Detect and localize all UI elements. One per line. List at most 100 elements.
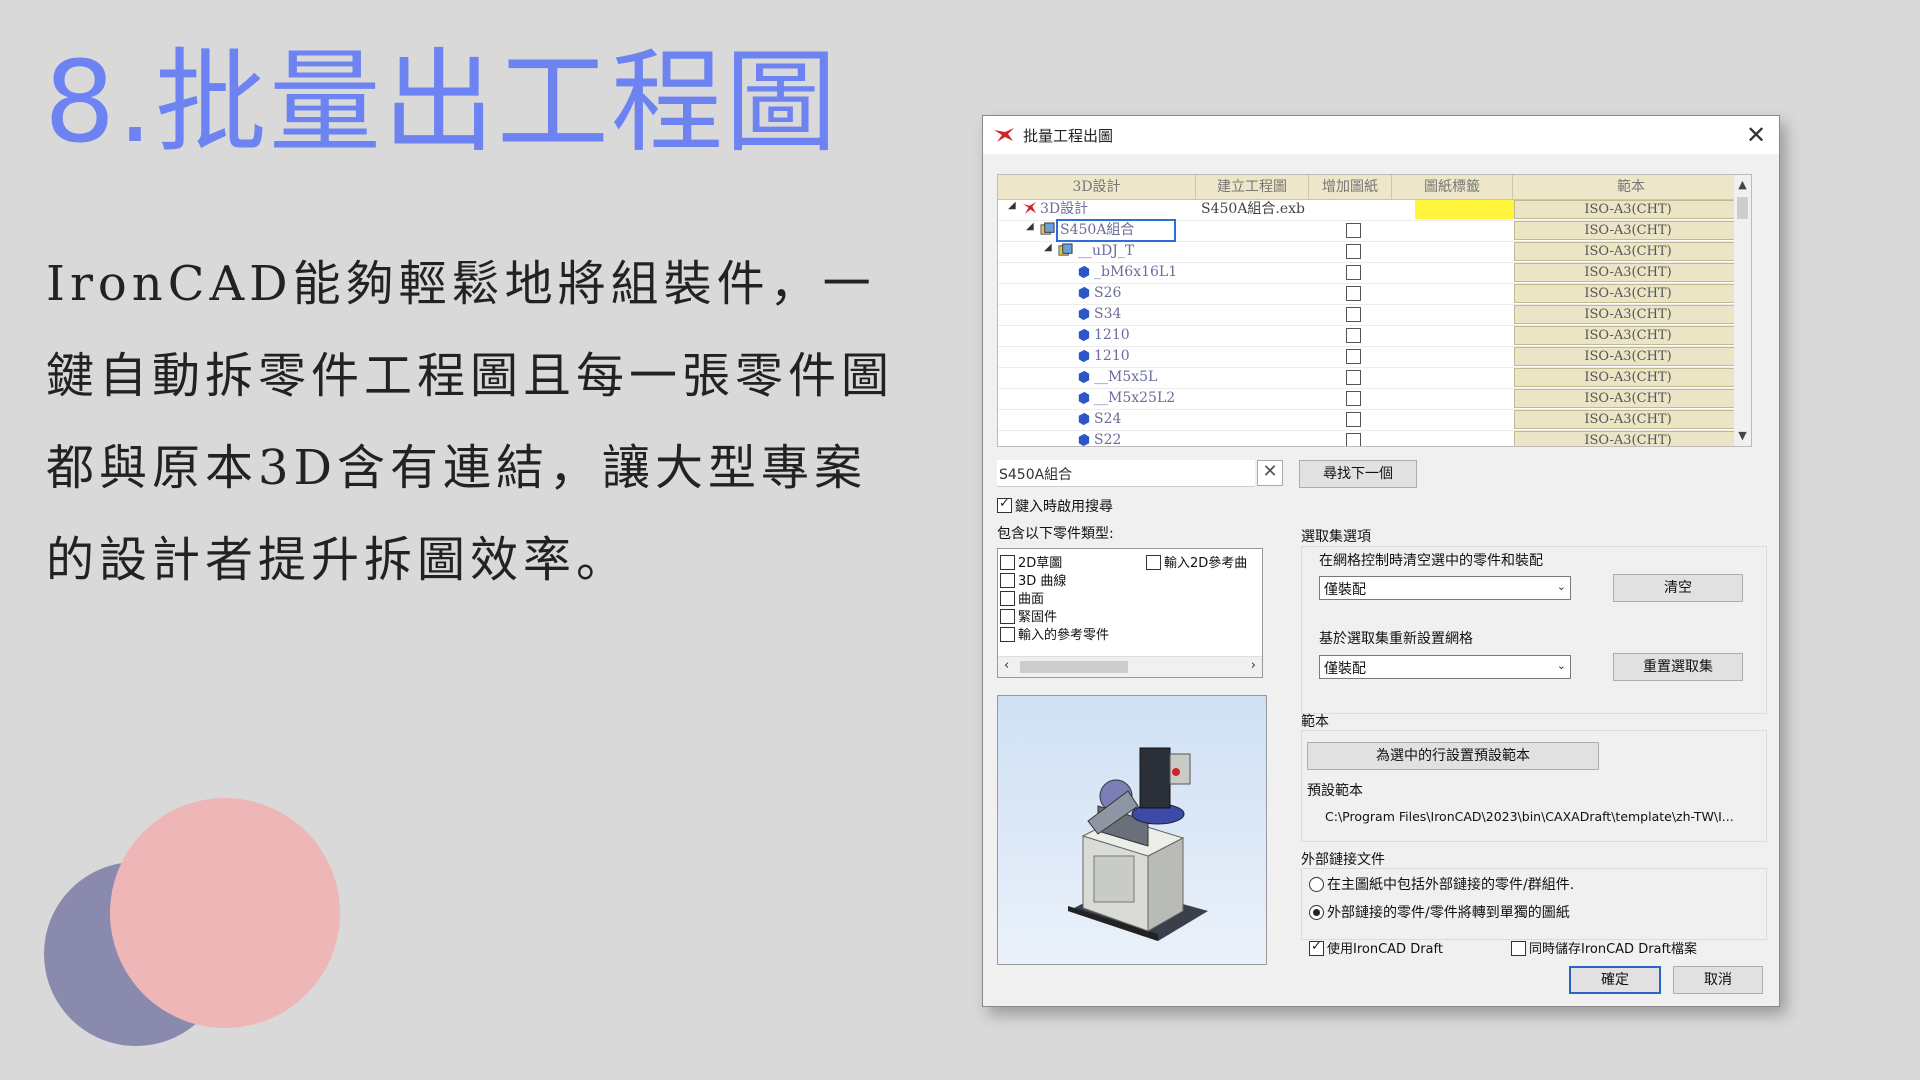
row-name: S24 [1094, 411, 1122, 427]
table-row[interactable]: ◢ __uDJ_T ISO-A3(CHT) [998, 241, 1744, 263]
enable-search-label: 鍵入時啟用搜尋 [1015, 499, 1113, 515]
template-cell[interactable]: ISO-A3(CHT) [1514, 242, 1742, 261]
table-row[interactable]: S24 ISO-A3(CHT) [998, 409, 1744, 431]
reset-scope-value: 僅裝配 [1324, 661, 1366, 677]
table-row[interactable]: __M5x25L2 ISO-A3(CHT) [998, 388, 1744, 410]
dialog-titlebar: 批量工程出圖 ✕ [983, 116, 1779, 154]
part-type-label: 2D草圖 [1018, 556, 1063, 571]
column-header-sheet-label[interactable]: 圖紙標籤 [1392, 175, 1513, 199]
clear-search-icon[interactable]: ✕ [1257, 460, 1283, 486]
add-sheet-checkbox[interactable] [1346, 223, 1361, 238]
close-icon[interactable]: ✕ [1741, 120, 1771, 150]
include-external-label: 在主圖紙中包括外部鏈接的零件/群組件. [1327, 877, 1575, 893]
part-type-label: 3D 曲線 [1018, 574, 1067, 589]
template-cell[interactable]: ISO-A3(CHT) [1514, 368, 1742, 387]
template-cell[interactable]: ISO-A3(CHT) [1514, 200, 1742, 219]
part-type-checkbox[interactable] [1000, 591, 1015, 606]
part-types-list[interactable]: 2D草圖 3D 曲線 曲面 緊固件 輸入的參考零件 輸入2D參考曲 ‹ › [997, 548, 1263, 678]
template-cell[interactable]: ISO-A3(CHT) [1514, 221, 1742, 240]
table-row[interactable]: 1210 ISO-A3(CHT) [998, 346, 1744, 368]
table-row[interactable]: S26 ISO-A3(CHT) [998, 283, 1744, 305]
input-2d-ref-label: 輸入2D參考曲 [1164, 556, 1248, 571]
table-row[interactable]: __M5x5L ISO-A3(CHT) [998, 367, 1744, 389]
scrollbar-thumb[interactable] [1020, 661, 1128, 673]
slide-title: 8.批量出工程圖 [44, 38, 839, 168]
template-cell[interactable]: ISO-A3(CHT) [1514, 305, 1742, 324]
add-sheet-checkbox[interactable] [1346, 244, 1361, 259]
table-row[interactable]: S34 ISO-A3(CHT) [998, 304, 1744, 326]
part-types-horizontal-scrollbar[interactable]: ‹ › [998, 656, 1262, 677]
cancel-button[interactable]: 取消 [1673, 966, 1763, 994]
add-sheet-checkbox[interactable] [1346, 433, 1361, 446]
search-input[interactable]: S450A組合 [997, 460, 1255, 487]
scroll-down-icon[interactable]: ▼ [1734, 428, 1751, 444]
add-sheet-checkbox[interactable] [1346, 286, 1361, 301]
clear-selection-label: 在網格控制時清空選中的零件和裝配 [1319, 553, 1543, 569]
separate-sheet-label: 外部鏈接的零件/零件將轉到單獨的圖紙 [1327, 905, 1570, 921]
reset-selection-button[interactable]: 重置選取集 [1613, 653, 1743, 681]
template-cell[interactable]: ISO-A3(CHT) [1514, 347, 1742, 366]
part-icon [1078, 370, 1090, 384]
scroll-right-icon[interactable]: › [1251, 658, 1256, 673]
part-icon [1078, 328, 1090, 342]
add-sheet-checkbox[interactable] [1346, 349, 1361, 364]
part-icon [1078, 433, 1090, 446]
separate-sheet-radio[interactable] [1309, 905, 1324, 920]
template-cell[interactable]: ISO-A3(CHT) [1514, 326, 1742, 345]
include-external-radio[interactable] [1309, 877, 1324, 892]
clear-scope-value: 僅裝配 [1324, 582, 1366, 598]
column-header-add-sheet[interactable]: 增加圖紙 [1309, 175, 1392, 199]
template-cell[interactable]: ISO-A3(CHT) [1514, 431, 1742, 446]
input-2d-ref-checkbox[interactable] [1146, 555, 1161, 570]
clear-scope-select[interactable]: 僅裝配 ⌄ [1319, 576, 1571, 600]
reset-selection-label: 基於選取集重新設置網格 [1319, 631, 1473, 647]
table-row[interactable]: S22 ISO-A3(CHT) [998, 430, 1744, 446]
part-type-checkbox[interactable] [1000, 609, 1015, 624]
selection-options-title: 選取集選項 [1301, 529, 1371, 545]
add-sheet-checkbox[interactable] [1346, 391, 1361, 406]
part-type-label: 緊固件 [1018, 610, 1058, 625]
set-default-template-button[interactable]: 為選中的行設置預設範本 [1307, 742, 1599, 770]
ironcad-logo-icon [1022, 201, 1037, 215]
find-next-button[interactable]: 尋找下一個 [1299, 460, 1417, 488]
row-name: __M5x5L [1094, 369, 1158, 385]
table-row[interactable]: _bM6x16L1 ISO-A3(CHT) [998, 262, 1744, 284]
tree-expand-icon[interactable]: ◢ [1026, 221, 1034, 232]
table-row[interactable]: ◢ S450A組合 ISO-A3(CHT) [998, 219, 1744, 242]
table-row[interactable]: 1210 ISO-A3(CHT) [998, 325, 1744, 347]
add-sheet-checkbox[interactable] [1346, 370, 1361, 385]
grid-vertical-scrollbar[interactable]: ▲ ▼ [1734, 174, 1752, 447]
default-template-label: 預設範本 [1307, 783, 1363, 799]
part-type-checkbox[interactable] [1000, 555, 1015, 570]
column-header-3d-design[interactable]: 3D設計 [998, 175, 1196, 199]
reset-scope-select[interactable]: 僅裝配 ⌄ [1319, 655, 1571, 679]
template-cell[interactable]: ISO-A3(CHT) [1514, 284, 1742, 303]
template-cell[interactable]: ISO-A3(CHT) [1514, 263, 1742, 282]
add-sheet-checkbox[interactable] [1346, 265, 1361, 280]
tree-expand-icon[interactable]: ◢ [1044, 242, 1052, 253]
template-cell[interactable]: ISO-A3(CHT) [1514, 410, 1742, 429]
assembly-icon [1040, 222, 1055, 235]
save-draft-checkbox[interactable] [1511, 941, 1526, 956]
scrollbar-thumb[interactable] [1737, 197, 1748, 219]
add-sheet-checkbox[interactable] [1346, 307, 1361, 322]
scroll-up-icon[interactable]: ▲ [1734, 177, 1751, 193]
tree-expand-icon[interactable]: ◢ [1008, 200, 1016, 211]
template-cell[interactable]: ISO-A3(CHT) [1514, 389, 1742, 408]
column-header-template[interactable]: 範本 [1513, 175, 1749, 199]
part-type-checkbox[interactable] [1000, 627, 1015, 642]
drawing-grid[interactable]: 3D設計 建立工程圖 增加圖紙 圖紙標籤 範本 ◢ 3D設計 S450A組合.e… [997, 174, 1750, 447]
add-sheet-checkbox[interactable] [1346, 412, 1361, 427]
part-type-checkbox[interactable] [1000, 573, 1015, 588]
template-section-title: 範本 [1301, 714, 1329, 730]
row-name: S450A組合 [1055, 219, 1177, 242]
column-header-create-drawing[interactable]: 建立工程圖 [1196, 175, 1309, 199]
enable-search-checkbox[interactable] [997, 496, 1012, 513]
row-name: _bM6x16L1 [1094, 264, 1178, 280]
use-ironcad-draft-checkbox[interactable] [1309, 939, 1324, 956]
table-row[interactable]: ◢ 3D設計 S450A組合.exb ISO-A3(CHT) [998, 199, 1744, 221]
ok-button[interactable]: 確定 [1569, 966, 1661, 994]
scroll-left-icon[interactable]: ‹ [1004, 658, 1009, 673]
add-sheet-checkbox[interactable] [1346, 328, 1361, 343]
clear-button[interactable]: 清空 [1613, 574, 1743, 602]
